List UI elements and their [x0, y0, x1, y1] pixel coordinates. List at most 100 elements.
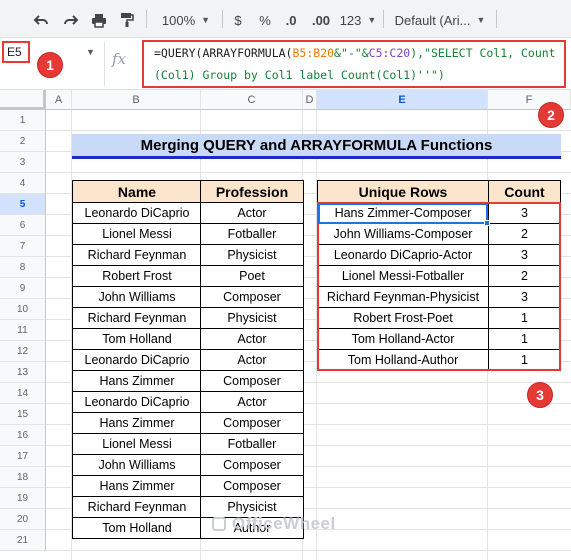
table-cell[interactable]: 1: [488, 307, 561, 329]
table-cell[interactable]: Actor: [200, 349, 304, 371]
table-cell[interactable]: 3: [488, 202, 561, 224]
row-header-7[interactable]: 7: [0, 236, 46, 257]
decrease-decimal-button[interactable]: .0: [280, 9, 302, 31]
redo-icon[interactable]: [60, 9, 82, 31]
formula-input[interactable]: =QUERY(ARRAYFORMULA(B5:B20&"-"&C5:C20),"…: [142, 40, 566, 88]
table-cell[interactable]: Tom Holland-Actor: [317, 328, 489, 350]
table-cell[interactable]: John Williams-Composer: [317, 223, 489, 245]
row-header-5[interactable]: 5: [0, 194, 46, 215]
row-header-13[interactable]: 13: [0, 362, 46, 383]
font-label: Default (Ari...: [394, 12, 471, 28]
table-cell[interactable]: Actor: [200, 391, 304, 413]
table-cell[interactable]: Fotballer: [200, 223, 304, 245]
table-cell[interactable]: Tom Holland-Author: [317, 349, 489, 371]
table-cell[interactable]: Leonardo DiCaprio: [72, 349, 202, 371]
table-cell[interactable]: Richard Feynman-Physicist: [317, 286, 489, 308]
toolbar: 100% ▼ $ % .0 .00 123 ▼ Default (Ari... …: [0, 0, 571, 38]
formula-text: =QUERY(ARRAYFORMULA(: [154, 46, 293, 60]
select-all-corner[interactable]: [0, 90, 46, 110]
table-cell[interactable]: Hans Zimmer: [72, 412, 202, 434]
row-header-9[interactable]: 9: [0, 278, 46, 299]
table-cell[interactable]: Composer: [200, 454, 304, 476]
row-header-18[interactable]: 18: [0, 467, 46, 488]
row-header-3[interactable]: 3: [0, 152, 46, 173]
column-header-b[interactable]: B: [72, 90, 201, 110]
increase-decimal-button[interactable]: .00: [308, 9, 334, 31]
table-cell[interactable]: Composer: [200, 286, 304, 308]
row-header-21[interactable]: 21: [0, 530, 46, 551]
fill-handle[interactable]: [484, 220, 490, 226]
column-header-c[interactable]: C: [201, 90, 303, 110]
table-cell[interactable]: 3: [488, 244, 561, 266]
table-cell[interactable]: Composer: [200, 475, 304, 497]
column-header-e[interactable]: E: [317, 90, 488, 110]
row-header-12[interactable]: 12: [0, 341, 46, 362]
table-header-cell[interactable]: Unique Rows: [317, 180, 489, 203]
table-cell[interactable]: Tom Holland: [72, 328, 202, 350]
row-header-19[interactable]: 19: [0, 488, 46, 509]
table-cell[interactable]: Actor: [200, 202, 304, 224]
row-header-14[interactable]: 14: [0, 383, 46, 404]
table-cell[interactable]: Lionel Messi-Fotballer: [317, 265, 489, 287]
currency-format-button[interactable]: $: [228, 9, 248, 31]
row-header-8[interactable]: 8: [0, 257, 46, 278]
row-header-15[interactable]: 15: [0, 404, 46, 425]
row-header-17[interactable]: 17: [0, 446, 46, 467]
table-cell[interactable]: 3: [488, 286, 561, 308]
more-formats-select[interactable]: 123 ▼: [338, 9, 378, 31]
table-cell[interactable]: Robert Frost: [72, 265, 202, 287]
font-select[interactable]: Default (Ari... ▼: [392, 9, 488, 31]
percent-format-button[interactable]: %: [255, 9, 275, 31]
table-header-cell[interactable]: Name: [72, 180, 202, 203]
table-cell[interactable]: Richard Feynman: [72, 496, 202, 518]
table-cell[interactable]: Hans Zimmer: [72, 370, 202, 392]
column-header-d[interactable]: D: [303, 90, 317, 110]
table-header-cell[interactable]: Profession: [200, 180, 304, 203]
table-cell[interactable]: Leonardo DiCaprio: [72, 202, 202, 224]
table-cell[interactable]: 2: [488, 223, 561, 245]
table-cell[interactable]: Tom Holland: [72, 517, 202, 539]
column-header-a[interactable]: A: [46, 90, 72, 110]
paint-format-icon[interactable]: [116, 9, 138, 31]
table-cell[interactable]: Physicist: [200, 244, 304, 266]
table-cell[interactable]: John Williams: [72, 286, 202, 308]
chevron-down-icon[interactable]: ▼: [86, 47, 95, 57]
table-cell[interactable]: Physicist: [200, 307, 304, 329]
row-header-1[interactable]: 1: [0, 110, 46, 131]
row-header-10[interactable]: 10: [0, 299, 46, 320]
zoom-value: 100%: [161, 12, 196, 28]
table-cell[interactable]: Composer: [200, 412, 304, 434]
row-header-4[interactable]: 4: [0, 173, 46, 194]
table-cell[interactable]: Lionel Messi: [72, 223, 202, 245]
table-cell[interactable]: Robert Frost-Poet: [317, 307, 489, 329]
formula-range-ref: B5:B20: [292, 46, 335, 60]
table-cell[interactable]: Composer: [200, 370, 304, 392]
zoom-select[interactable]: 100% ▼: [156, 9, 216, 31]
table-cell[interactable]: Richard Feynman: [72, 244, 202, 266]
callout-badge: 3: [527, 382, 553, 408]
table-cell[interactable]: Richard Feynman: [72, 307, 202, 329]
row-header-11[interactable]: 11: [0, 320, 46, 341]
table-cell[interactable]: Poet: [200, 265, 304, 287]
undo-icon[interactable]: [30, 9, 52, 31]
row-header-6[interactable]: 6: [0, 215, 46, 236]
print-icon[interactable]: [88, 9, 110, 31]
table-cell[interactable]: Leonardo DiCaprio-Actor: [317, 244, 489, 266]
table-cell[interactable]: Leonardo DiCaprio: [72, 391, 202, 413]
table-cell[interactable]: Actor: [200, 328, 304, 350]
name-box[interactable]: E5: [2, 41, 30, 63]
table-cell[interactable]: John Williams: [72, 454, 202, 476]
table-cell[interactable]: 1: [488, 328, 561, 350]
formula-bar: E5 ▼ fx =QUERY(ARRAYFORMULA(B5:B20&"-"&C…: [0, 38, 571, 90]
table-cell[interactable]: Fotballer: [200, 433, 304, 455]
watermark: OfficeWheel: [212, 514, 336, 534]
row-header-16[interactable]: 16: [0, 425, 46, 446]
table-cell[interactable]: Lionel Messi: [72, 433, 202, 455]
table-cell[interactable]: Hans Zimmer-Composer: [317, 202, 489, 224]
row-header-2[interactable]: 2: [0, 131, 46, 152]
table-cell[interactable]: 2: [488, 265, 561, 287]
row-header-20[interactable]: 20: [0, 509, 46, 530]
table-cell[interactable]: 1: [488, 349, 561, 371]
table-cell[interactable]: Hans Zimmer: [72, 475, 202, 497]
table-header-cell[interactable]: Count: [488, 180, 561, 203]
